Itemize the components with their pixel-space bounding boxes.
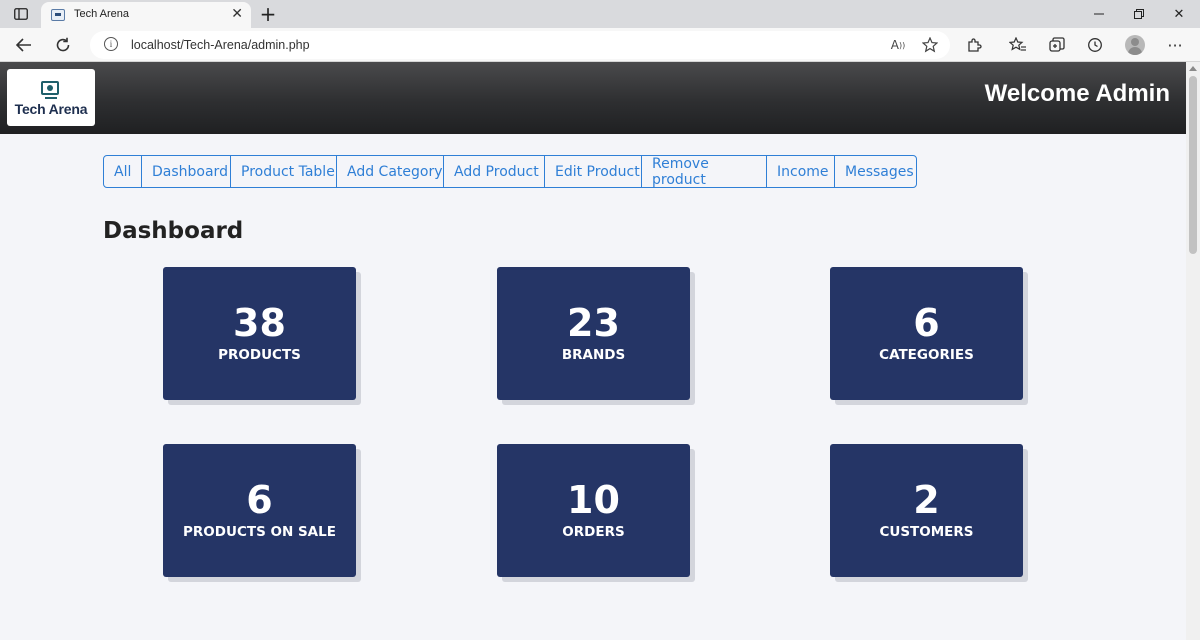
stat-card-brands[interactable]: 23 BRANDS <box>497 267 690 400</box>
stat-value: 2 <box>913 478 940 522</box>
add-favorite-icon[interactable] <box>920 35 940 55</box>
site-info-icon[interactable]: i <box>104 37 118 51</box>
close-tab-icon[interactable]: ✕ <box>231 6 243 22</box>
page-scrollbar[interactable] <box>1186 62 1200 640</box>
nav-messages[interactable]: Messages <box>835 156 916 187</box>
scroll-up-arrow-icon[interactable] <box>1189 66 1197 71</box>
stat-value: 6 <box>913 301 940 345</box>
browser-toolbar: i localhost/Tech-Arena/admin.php A)) ··· <box>0 28 1200 62</box>
minimize-icon[interactable] <box>1084 4 1114 24</box>
admin-nav: All Dashboard Product Table Add Category… <box>103 155 917 188</box>
stat-card-categories[interactable]: 6 CATEGORIES <box>830 267 1023 400</box>
stat-card-products[interactable]: 38 PRODUCTS <box>163 267 356 400</box>
nav-add-category[interactable]: Add Category <box>337 156 444 187</box>
collections-icon[interactable] <box>1045 33 1069 57</box>
address-bar[interactable]: i localhost/Tech-Arena/admin.php A)) <box>90 31 950 59</box>
site-header: Tech Arena Welcome Admin <box>0 62 1186 134</box>
new-tab-button[interactable]: + <box>256 2 280 26</box>
stat-label: CATEGORIES <box>879 347 974 363</box>
extensions-icon[interactable] <box>962 33 986 57</box>
history-icon[interactable] <box>1083 33 1107 57</box>
stat-card-orders[interactable]: 10 ORDERS <box>497 444 690 577</box>
tab-actions-icon[interactable] <box>10 4 32 24</box>
site-logo[interactable]: Tech Arena <box>7 69 95 126</box>
stat-label: ORDERS <box>562 524 625 540</box>
refresh-icon[interactable] <box>51 33 75 57</box>
stat-value: 38 <box>233 301 286 345</box>
nav-income[interactable]: Income <box>767 156 835 187</box>
stat-value: 6 <box>246 478 273 522</box>
tab-title: Tech Arena <box>74 8 130 20</box>
stat-label: BRANDS <box>561 347 626 363</box>
close-window-icon[interactable]: ✕ <box>1164 4 1194 24</box>
page-title: Dashboard <box>103 218 244 244</box>
read-aloud-icon[interactable]: A)) <box>888 35 908 55</box>
address-url[interactable]: localhost/Tech-Arena/admin.php <box>131 38 310 52</box>
logo-monitor-icon <box>41 81 59 95</box>
nav-add-product[interactable]: Add Product <box>444 156 545 187</box>
browser-tab[interactable]: Tech Arena ✕ <box>41 2 251 28</box>
scrollbar-thumb[interactable] <box>1189 76 1197 254</box>
logo-stand <box>45 97 57 99</box>
browser-tab-bar: Tech Arena ✕ + ✕ <box>0 0 1200 28</box>
web-page: Tech Arena Welcome Admin All Dashboard P… <box>0 62 1186 640</box>
nav-dashboard[interactable]: Dashboard <box>142 156 231 187</box>
stat-value: 23 <box>567 301 620 345</box>
nav-all[interactable]: All <box>104 156 142 187</box>
welcome-heading: Welcome Admin <box>984 80 1170 107</box>
stat-label: CUSTOMERS <box>879 524 974 540</box>
stat-label: PRODUCTS <box>218 347 301 363</box>
stat-label: PRODUCTS ON SALE <box>183 524 336 540</box>
back-arrow-icon[interactable] <box>12 33 36 57</box>
site-favicon-icon <box>51 9 65 21</box>
favorites-icon[interactable] <box>1006 33 1030 57</box>
stat-value: 10 <box>567 478 620 522</box>
more-options-icon[interactable]: ··· <box>1163 33 1187 57</box>
restore-icon[interactable] <box>1124 4 1154 24</box>
nav-edit-product[interactable]: Edit Product <box>545 156 642 187</box>
logo-text: Tech Arena <box>14 101 88 117</box>
stat-card-products-on-sale[interactable]: 6 PRODUCTS ON SALE <box>163 444 356 577</box>
profile-avatar[interactable] <box>1125 35 1145 55</box>
stat-card-customers[interactable]: 2 CUSTOMERS <box>830 444 1023 577</box>
nav-product-table[interactable]: Product Table <box>231 156 337 187</box>
nav-remove-product[interactable]: Remove product <box>642 156 767 188</box>
